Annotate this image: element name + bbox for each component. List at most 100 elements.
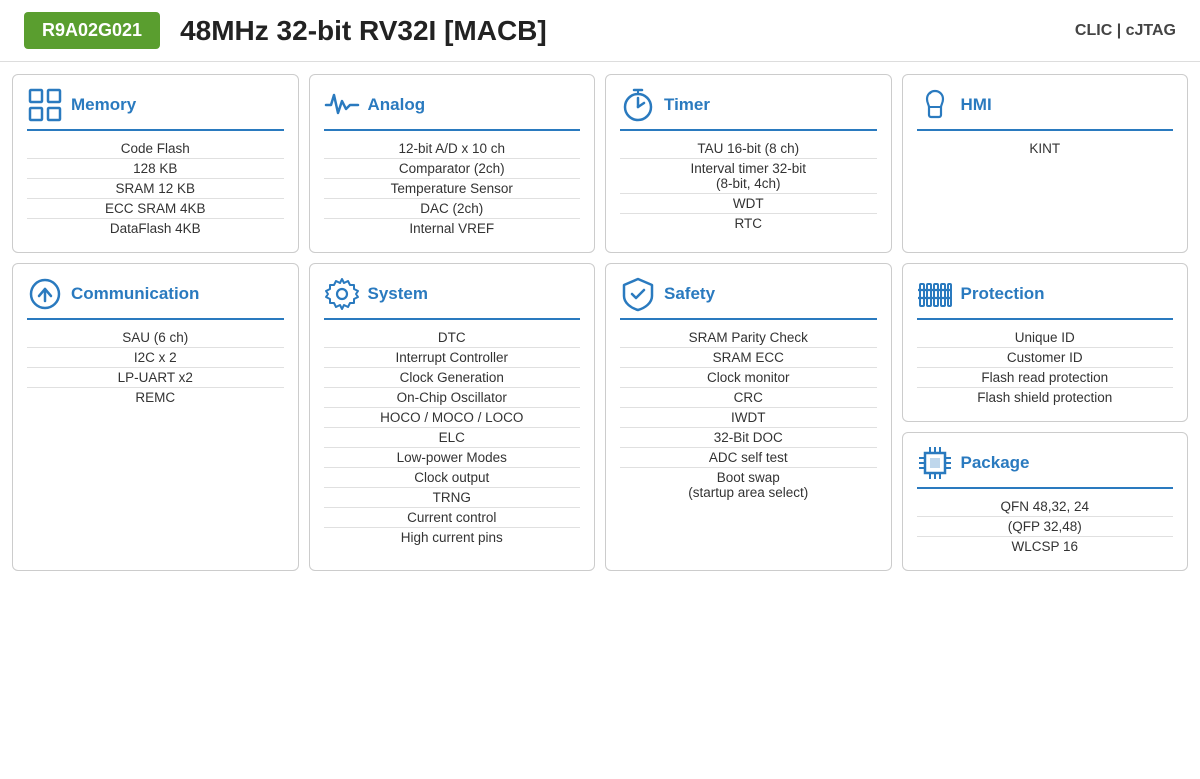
list-item: (QFP 32,48) bbox=[917, 517, 1174, 537]
list-item: DAC (2ch) bbox=[324, 199, 581, 219]
list-item: Clock Generation bbox=[324, 368, 581, 388]
list-item: Boot swap(startup area select) bbox=[620, 468, 877, 502]
list-item: IWDT bbox=[620, 408, 877, 428]
system-card-header: System bbox=[324, 276, 581, 312]
list-item: SRAM Parity Check bbox=[620, 328, 877, 348]
package-items: QFN 48,32, 24 (QFP 32,48) WLCSP 16 bbox=[917, 497, 1174, 556]
list-item: HOCO / MOCO / LOCO bbox=[324, 408, 581, 428]
list-item: 12-bit A/D x 10 ch bbox=[324, 139, 581, 159]
list-item: ECC SRAM 4KB bbox=[27, 199, 284, 219]
list-item: TAU 16-bit (8 ch) bbox=[620, 139, 877, 159]
memory-title: Memory bbox=[71, 95, 136, 115]
protection-items: Unique ID Customer ID Flash read protect… bbox=[917, 328, 1174, 407]
list-item: On-Chip Oscillator bbox=[324, 388, 581, 408]
list-item: ADC self test bbox=[620, 448, 877, 468]
memory-card-header: Memory bbox=[27, 87, 284, 123]
communication-items: SAU (6 ch) I2C x 2 LP-UART x2 REMC bbox=[27, 328, 284, 407]
list-item: SAU (6 ch) bbox=[27, 328, 284, 348]
system-title: System bbox=[368, 284, 428, 304]
list-item: CRC bbox=[620, 388, 877, 408]
list-item: I2C x 2 bbox=[27, 348, 284, 368]
list-item: ELC bbox=[324, 428, 581, 448]
package-title: Package bbox=[961, 453, 1030, 473]
package-card: Package QFN 48,32, 24 (QFP 32,48) WLCSP … bbox=[902, 432, 1189, 571]
waveform-icon bbox=[324, 87, 360, 123]
chip-title: 48MHz 32-bit RV32I [MACB] bbox=[180, 15, 1075, 47]
protection-title: Protection bbox=[961, 284, 1045, 304]
analog-title: Analog bbox=[368, 95, 426, 115]
hmi-title: HMI bbox=[961, 95, 992, 115]
safety-items: SRAM Parity Check SRAM ECC Clock monitor… bbox=[620, 328, 877, 502]
hmi-items: KINT bbox=[917, 139, 1174, 158]
list-item: Interrupt Controller bbox=[324, 348, 581, 368]
list-item: QFN 48,32, 24 bbox=[917, 497, 1174, 517]
list-item: DataFlash 4KB bbox=[27, 219, 284, 238]
list-item: High current pins bbox=[324, 528, 581, 547]
list-item: REMC bbox=[27, 388, 284, 407]
list-item: WDT bbox=[620, 194, 877, 214]
communication-card-header: Communication bbox=[27, 276, 284, 312]
hmi-card-header: HMI bbox=[917, 87, 1174, 123]
memory-items: Code Flash 128 KB SRAM 12 KB ECC SRAM 4K… bbox=[27, 139, 284, 238]
right-column: Protection Unique ID Customer ID Flash r… bbox=[902, 263, 1189, 571]
timer-icon bbox=[620, 87, 656, 123]
communication-divider bbox=[27, 318, 284, 320]
touch-icon bbox=[917, 87, 953, 123]
system-divider bbox=[324, 318, 581, 320]
protection-card: Protection Unique ID Customer ID Flash r… bbox=[902, 263, 1189, 422]
list-item: Internal VREF bbox=[324, 219, 581, 238]
fence-icon bbox=[917, 276, 953, 312]
list-item: 128 KB bbox=[27, 159, 284, 179]
list-item: SRAM 12 KB bbox=[27, 179, 284, 199]
timer-items: TAU 16-bit (8 ch) Interval timer 32-bit(… bbox=[620, 139, 877, 233]
hmi-card: HMI KINT bbox=[902, 74, 1189, 253]
list-item: SRAM ECC bbox=[620, 348, 877, 368]
memory-card: Memory Code Flash 128 KB SRAM 12 KB ECC … bbox=[12, 74, 299, 253]
list-item: WLCSP 16 bbox=[917, 537, 1174, 556]
protection-divider bbox=[917, 318, 1174, 320]
timer-card-header: Timer bbox=[620, 87, 877, 123]
chip-badge: R9A02G021 bbox=[24, 12, 160, 49]
list-item: Flash read protection bbox=[917, 368, 1174, 388]
package-card-header: Package bbox=[917, 445, 1174, 481]
safety-card-header: Safety bbox=[620, 276, 877, 312]
list-item: Customer ID bbox=[917, 348, 1174, 368]
page: R9A02G021 48MHz 32-bit RV32I [MACB] CLIC… bbox=[0, 0, 1200, 779]
grid-icon bbox=[27, 87, 63, 123]
list-item: Temperature Sensor bbox=[324, 179, 581, 199]
package-divider bbox=[917, 487, 1174, 489]
gear-icon bbox=[324, 276, 360, 312]
timer-title: Timer bbox=[664, 95, 710, 115]
list-item: Current control bbox=[324, 508, 581, 528]
upload-icon bbox=[27, 276, 63, 312]
analog-items: 12-bit A/D x 10 ch Comparator (2ch) Temp… bbox=[324, 139, 581, 238]
system-card: System DTC Interrupt Controller Clock Ge… bbox=[309, 263, 596, 571]
header: R9A02G021 48MHz 32-bit RV32I [MACB] CLIC… bbox=[0, 0, 1200, 62]
protection-card-header: Protection bbox=[917, 276, 1174, 312]
timer-card: Timer TAU 16-bit (8 ch) Interval timer 3… bbox=[605, 74, 892, 253]
list-item: Comparator (2ch) bbox=[324, 159, 581, 179]
timer-divider bbox=[620, 129, 877, 131]
memory-divider bbox=[27, 129, 284, 131]
system-items: DTC Interrupt Controller Clock Generatio… bbox=[324, 328, 581, 547]
hmi-divider bbox=[917, 129, 1174, 131]
analog-divider bbox=[324, 129, 581, 131]
list-item: Clock output bbox=[324, 468, 581, 488]
list-item: KINT bbox=[917, 139, 1174, 158]
list-item: Flash shield protection bbox=[917, 388, 1174, 407]
safety-card: Safety SRAM Parity Check SRAM ECC Clock … bbox=[605, 263, 892, 571]
analog-card: Analog 12-bit A/D x 10 ch Comparator (2c… bbox=[309, 74, 596, 253]
safety-divider bbox=[620, 318, 877, 320]
list-item: LP-UART x2 bbox=[27, 368, 284, 388]
list-item: Clock monitor bbox=[620, 368, 877, 388]
list-item: Code Flash bbox=[27, 139, 284, 159]
list-item: TRNG bbox=[324, 488, 581, 508]
communication-title: Communication bbox=[71, 284, 199, 304]
list-item: DTC bbox=[324, 328, 581, 348]
communication-card: Communication SAU (6 ch) I2C x 2 LP-UART… bbox=[12, 263, 299, 571]
analog-card-header: Analog bbox=[324, 87, 581, 123]
list-item: Unique ID bbox=[917, 328, 1174, 348]
list-item: 32-Bit DOC bbox=[620, 428, 877, 448]
list-item: Interval timer 32-bit(8-bit, 4ch) bbox=[620, 159, 877, 194]
chip-icon bbox=[917, 445, 953, 481]
